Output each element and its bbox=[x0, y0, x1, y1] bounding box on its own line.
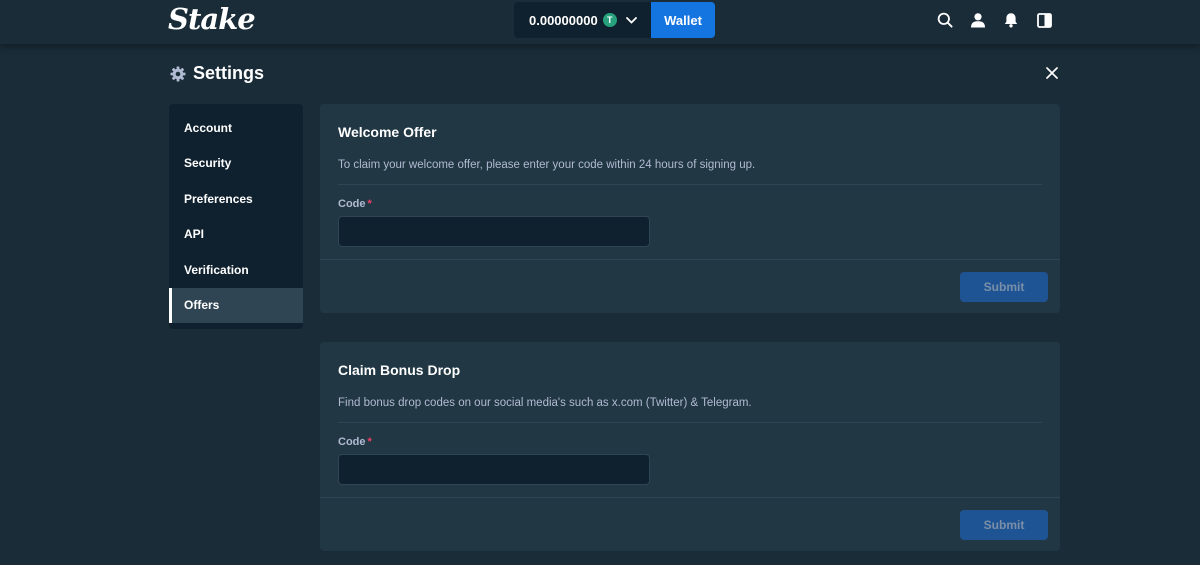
required-mark: * bbox=[367, 198, 372, 210]
bonus-drop-description: Find bonus drop codes on our social medi… bbox=[338, 397, 1042, 423]
settings-title-text: Settings bbox=[193, 63, 265, 83]
required-mark: * bbox=[367, 436, 372, 448]
user-icon[interactable] bbox=[969, 11, 987, 29]
sidebar-item-account[interactable]: Account bbox=[169, 110, 303, 146]
bonus-drop-submit-button[interactable]: Submit bbox=[960, 510, 1048, 540]
welcome-offer-submit-button[interactable]: Submit bbox=[960, 272, 1048, 302]
sidebar-item-security[interactable]: Security bbox=[169, 146, 303, 182]
welcome-offer-title: Welcome Offer bbox=[338, 124, 437, 140]
welcome-offer-description: To claim your welcome offer, please ente… bbox=[338, 159, 1042, 185]
close-icon[interactable] bbox=[1044, 65, 1060, 81]
welcome-offer-code-input[interactable] bbox=[338, 216, 650, 247]
search-icon[interactable] bbox=[936, 11, 954, 29]
top-navbar: Stake 0.00000000 T Wallet bbox=[0, 0, 1200, 44]
sidebar-item-preferences[interactable]: Preferences bbox=[169, 181, 303, 217]
welcome-offer-code-label: Code * bbox=[338, 198, 1042, 210]
sidebar-item-offers[interactable]: Offers bbox=[169, 287, 303, 323]
bonus-drop-code-label: Code * bbox=[338, 436, 1042, 448]
bonus-drop-footer: Submit bbox=[320, 497, 1060, 551]
bonus-drop-card: Claim Bonus Drop Find bonus drop codes o… bbox=[320, 342, 1060, 551]
code-label-text: Code bbox=[338, 436, 366, 448]
wallet-button[interactable]: Wallet bbox=[651, 2, 715, 38]
code-label-text: Code bbox=[338, 198, 366, 210]
balance-amount: 0.00000000 bbox=[529, 12, 598, 28]
settings-sidebar: Account Security Preferences API Verific… bbox=[169, 104, 303, 329]
sidebar-item-api[interactable]: API bbox=[169, 217, 303, 253]
bell-icon[interactable] bbox=[1002, 11, 1020, 29]
stake-logo[interactable]: Stake bbox=[168, 2, 256, 36]
tether-coin-icon: T bbox=[602, 13, 617, 27]
welcome-offer-footer: Submit bbox=[320, 259, 1060, 313]
chevron-down-icon bbox=[625, 16, 637, 24]
sidebar-item-verification[interactable]: Verification bbox=[169, 252, 303, 288]
balance-selector[interactable]: 0.00000000 T bbox=[514, 2, 652, 38]
sidebar-toggle-icon[interactable] bbox=[1035, 11, 1053, 29]
bonus-drop-code-input[interactable] bbox=[338, 454, 650, 485]
page-title: Settings bbox=[170, 63, 264, 84]
bonus-drop-title: Claim Bonus Drop bbox=[338, 362, 461, 378]
welcome-offer-card: Welcome Offer To claim your welcome offe… bbox=[320, 104, 1060, 313]
gear-icon bbox=[170, 66, 186, 82]
